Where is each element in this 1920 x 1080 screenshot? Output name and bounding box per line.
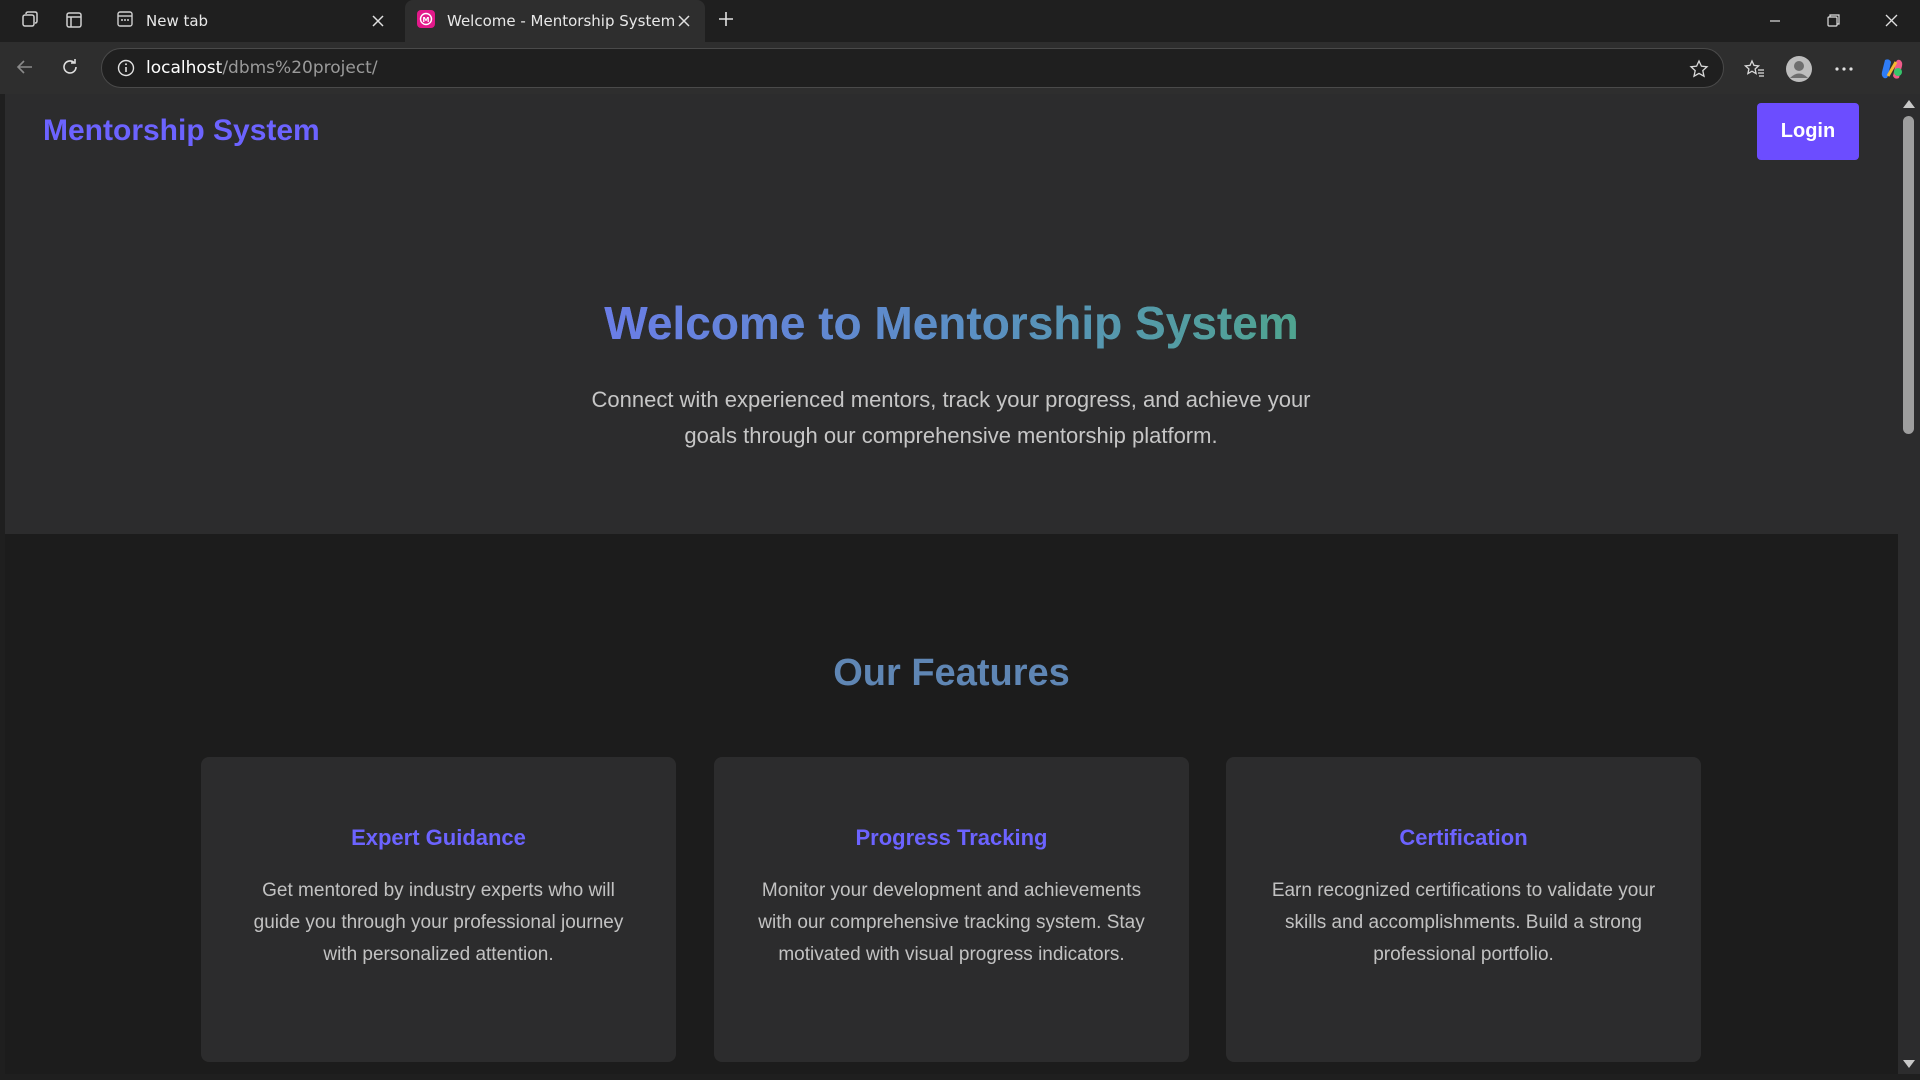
close-tab-icon[interactable] [675,11,693,31]
hero-title-text: Welcome to Mentorship System [604,297,1299,349]
new-tab-button[interactable] [710,6,742,36]
close-tab-icon[interactable] [368,11,388,31]
scrollbar-thumb[interactable] [1903,116,1914,434]
minimize-button[interactable] [1746,0,1804,42]
feature-card-title: Expert Guidance [351,825,526,850]
restore-button[interactable] [1804,0,1862,42]
vertical-tabs-icon[interactable] [58,6,90,34]
feature-card-title: Progress Tracking [855,825,1048,850]
refresh-button[interactable] [53,52,87,86]
site-info-icon[interactable] [106,49,146,87]
browser-toolbar: localhost/dbms%20project/ [0,42,1920,94]
workspaces-icon[interactable] [14,6,46,34]
feature-card-progress-tracking: Progress Tracking Monitor your developme… [714,757,1189,1062]
url-text[interactable]: localhost/dbms%20project/ [146,58,378,78]
close-window-button[interactable] [1862,0,1920,42]
tab-strip: New tab M Welcome - Mentorship System [0,0,1920,42]
feature-card-text: Monitor your development and achievement… [758,880,1145,965]
more-options-icon[interactable] [1826,51,1862,87]
hero-title: Welcome to Mentorship System [5,296,1898,350]
scroll-up-arrow-icon[interactable] [1903,100,1915,108]
plus-icon [717,10,735,32]
scroll-down-arrow-icon[interactable] [1903,1060,1915,1068]
copilot-icon[interactable] [1874,51,1910,87]
tab-new-tab[interactable]: New tab [104,0,400,42]
back-button[interactable] [8,52,42,86]
favorites-icon[interactable] [1737,51,1773,87]
features-section: Our Features Expert Guidance Get mentore… [5,534,1898,1074]
feature-card-text: Earn recognized certifications to valida… [1271,880,1656,965]
features-title: Our Features [833,652,1070,694]
svg-text:M: M [423,16,430,24]
minimize-icon [1769,12,1781,31]
back-arrow-icon [15,57,35,81]
login-button[interactable]: Login [1757,103,1859,160]
feature-card-text: Get mentored by industry experts who wil… [253,880,624,965]
favorite-star-icon[interactable] [1685,55,1713,83]
refresh-icon [60,57,80,81]
new-tab-page-icon [116,10,134,32]
tab-mentorship-system[interactable]: M Welcome - Mentorship System [405,0,705,42]
hero-subtitle: Connect with experienced mentors, track … [591,387,1311,448]
window-bottom-edge [0,1074,1920,1080]
page-viewport: Mentorship System Login Welcome to Mento… [5,94,1898,1074]
feature-card-expert-guidance: Expert Guidance Get mentored by industry… [201,757,676,1062]
site-favicon: M [417,10,435,32]
tab-title: Welcome - Mentorship System [447,12,676,30]
address-bar[interactable]: localhost/dbms%20project/ [101,48,1724,88]
profile-avatar-icon[interactable] [1781,51,1817,87]
hero-section: Welcome to Mentorship System Connect wit… [5,172,1898,534]
url-host: localhost [146,58,223,78]
site-brand[interactable]: Mentorship System [43,114,320,148]
restore-icon [1826,12,1840,31]
site-navbar: Mentorship System Login [5,94,1898,172]
feature-card-title: Certification [1399,825,1528,850]
page-scrollbar[interactable] [1898,94,1920,1080]
tab-title: New tab [146,12,209,30]
url-path: /dbms%20project/ [222,58,378,78]
close-icon [1885,12,1898,31]
feature-card-certification: Certification Earn recognized certificat… [1226,757,1701,1062]
